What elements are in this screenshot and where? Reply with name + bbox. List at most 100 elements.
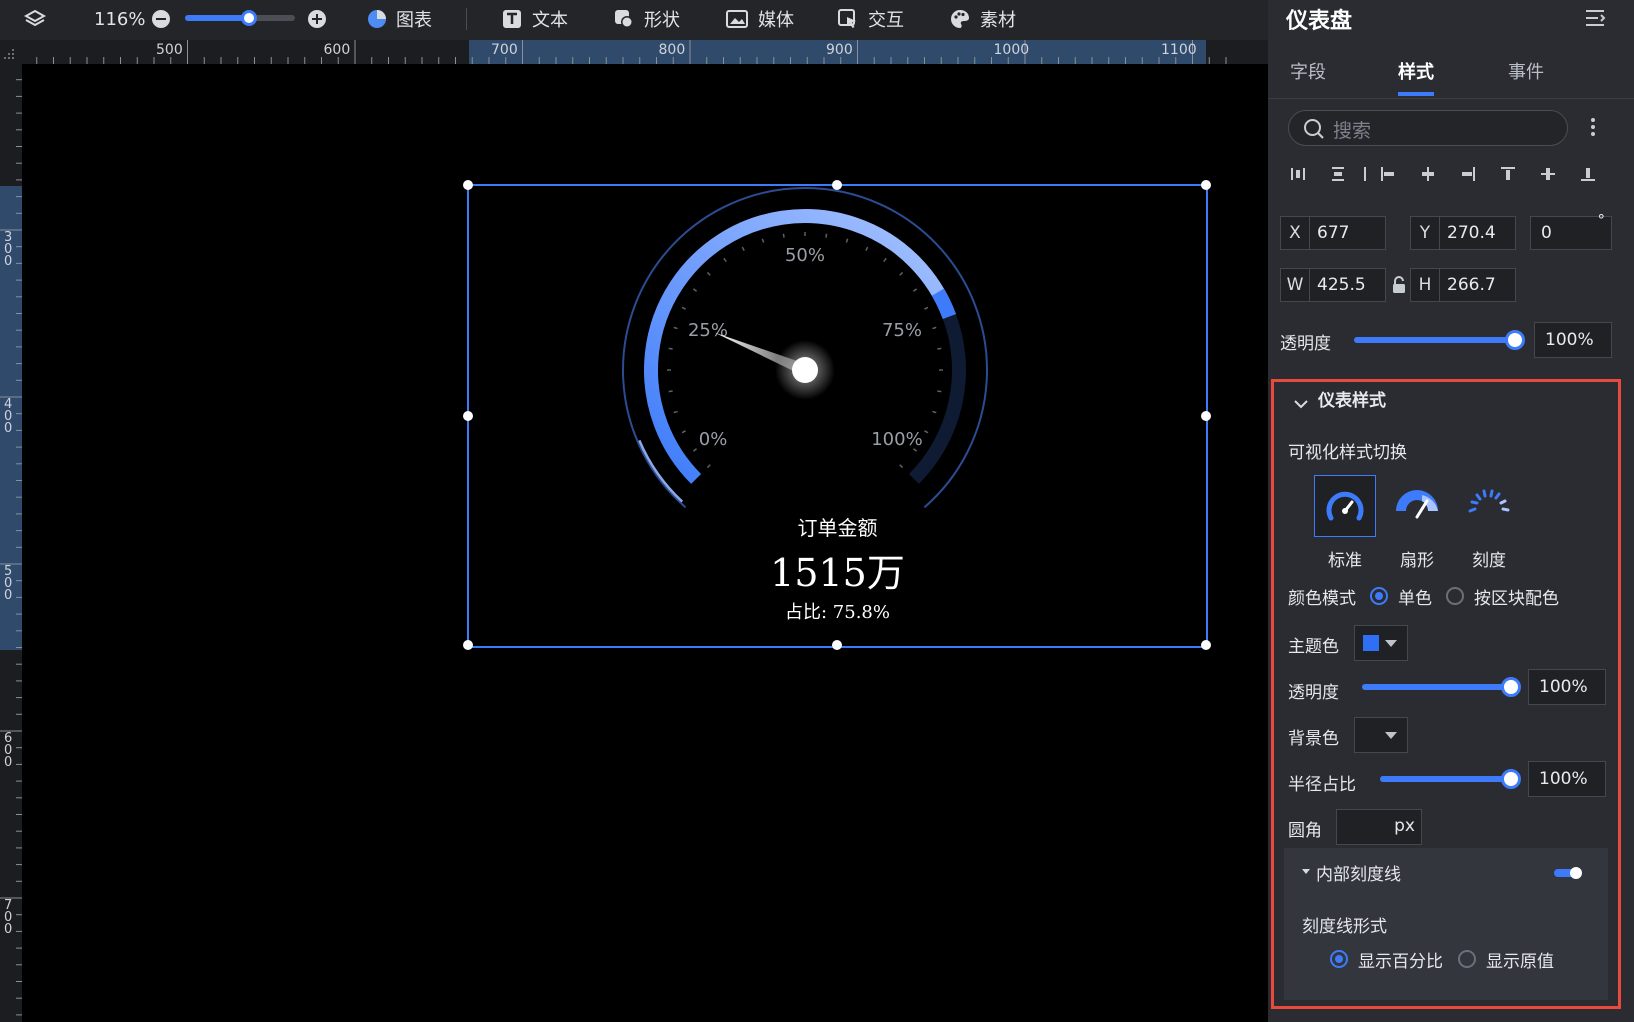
section-opacity-input[interactable]: 100% bbox=[1528, 669, 1606, 705]
gauge-style-section: 仪表样式 可视化样式切换 标准 扇形 刻度 颜色模式 单色 按区块配色 主题色 … bbox=[1271, 379, 1621, 1009]
x-label: X bbox=[1281, 217, 1310, 249]
w-field[interactable]: W 425.5 bbox=[1280, 268, 1386, 302]
pie-chart-icon bbox=[366, 8, 388, 30]
chevron-down-icon[interactable] bbox=[1294, 394, 1308, 413]
opacity-slider-knob[interactable] bbox=[1505, 330, 1525, 350]
resize-handle-left[interactable] bbox=[463, 411, 473, 421]
zoom-slider[interactable] bbox=[185, 10, 295, 26]
ruler-corner bbox=[0, 40, 22, 64]
gauge-tick bbox=[723, 257, 727, 263]
gauge-tick bbox=[706, 464, 711, 469]
rotation-field[interactable]: 0 ° bbox=[1530, 211, 1612, 250]
corner-input[interactable]: px bbox=[1336, 809, 1422, 845]
resize-handle-bottom-left[interactable] bbox=[463, 640, 473, 650]
gauge-tick-label: 100% bbox=[871, 429, 922, 450]
zoom-out-icon[interactable] bbox=[152, 0, 170, 38]
inner-tick-toggle[interactable] bbox=[1554, 867, 1582, 879]
search-input[interactable]: 搜索 bbox=[1288, 110, 1568, 146]
align-center-v-icon[interactable] bbox=[1540, 166, 1556, 182]
tab-style[interactable]: 样式 bbox=[1398, 58, 1434, 84]
tab-fields[interactable]: 字段 bbox=[1290, 58, 1326, 84]
ruler-label: 500 bbox=[4, 564, 13, 603]
gauge-ratio: 占比: 75.8% bbox=[785, 602, 890, 623]
resize-handle-top[interactable] bbox=[832, 180, 842, 190]
tick-form-percent-label: 显示百分比 bbox=[1358, 952, 1443, 972]
gauge-tick-label: 0% bbox=[699, 429, 728, 450]
y-field[interactable]: Y 270.4 bbox=[1410, 216, 1516, 250]
align-left-icon[interactable] bbox=[1380, 166, 1396, 182]
theme-color-label: 主题色 bbox=[1288, 637, 1339, 657]
toolbar-text-button[interactable]: 文本 bbox=[502, 0, 568, 38]
top-toolbar: 116% 图表 文本 形状 媒体 交互 素材 bbox=[0, 0, 1268, 40]
zoom-slider-knob[interactable] bbox=[241, 10, 257, 26]
tick-form-percent-radio[interactable] bbox=[1330, 950, 1348, 968]
zoom-in-icon[interactable] bbox=[308, 0, 326, 38]
radius-ratio-slider[interactable] bbox=[1380, 769, 1521, 789]
radius-ratio-input[interactable]: 100% bbox=[1528, 761, 1606, 797]
style-option-fan[interactable] bbox=[1386, 475, 1448, 537]
opacity-input[interactable]: 100% bbox=[1534, 322, 1612, 358]
caret-down-icon[interactable] bbox=[1302, 869, 1310, 874]
more-options-icon[interactable] bbox=[1590, 116, 1596, 142]
resize-handle-right[interactable] bbox=[1201, 411, 1211, 421]
align-right-icon[interactable] bbox=[1460, 166, 1476, 182]
ruler-label: 700 bbox=[491, 42, 518, 58]
inner-tick-toggle-knob bbox=[1570, 867, 1582, 879]
distribute-vertical-icon[interactable] bbox=[1330, 166, 1346, 182]
radius-ratio-slider-knob[interactable] bbox=[1501, 769, 1521, 789]
ruler-ticks bbox=[0, 79, 22, 1016]
gauge-tick bbox=[932, 326, 937, 330]
align-divider bbox=[1364, 167, 1366, 181]
style-option-tick[interactable] bbox=[1458, 475, 1520, 537]
gauge-tick bbox=[825, 233, 828, 238]
resize-handle-bottom[interactable] bbox=[832, 640, 842, 650]
x-value: 677 bbox=[1317, 223, 1350, 243]
h-field[interactable]: H 266.7 bbox=[1410, 268, 1516, 302]
degree-unit: ° bbox=[1597, 211, 1606, 229]
distribute-horizontal-icon[interactable] bbox=[1290, 166, 1306, 182]
radius-ratio-label: 半径占比 bbox=[1288, 775, 1356, 795]
gauge-tick bbox=[845, 238, 849, 243]
align-top-icon[interactable] bbox=[1500, 166, 1516, 182]
bg-color-picker[interactable] bbox=[1354, 717, 1408, 753]
gauge-tick bbox=[673, 326, 678, 330]
toolbar-media-button[interactable]: 媒体 bbox=[726, 0, 794, 38]
toolbar-assets-button[interactable]: 素材 bbox=[950, 0, 1016, 38]
gauge-widget[interactable]: 0% 25% 50% 75% 100% 订单金额 1515万 占比: 75.8% bbox=[463, 180, 1211, 650]
layers-icon[interactable] bbox=[24, 0, 46, 38]
gauge-tick bbox=[668, 347, 673, 350]
gauge-tick bbox=[899, 271, 904, 276]
tick-form-raw-radio[interactable] bbox=[1458, 950, 1476, 968]
resize-handle-bottom-right[interactable] bbox=[1201, 640, 1211, 650]
inner-tick-group: 内部刻度线 刻度线形式 显示百分比 显示原值 bbox=[1284, 848, 1608, 1000]
toolbar-shape-button[interactable]: 形状 bbox=[614, 0, 680, 38]
lock-icon[interactable] bbox=[1392, 276, 1406, 298]
toolbar-chart-button[interactable]: 图表 bbox=[366, 0, 432, 38]
theme-color-picker[interactable] bbox=[1354, 625, 1408, 661]
panel-menu-icon[interactable] bbox=[1584, 8, 1606, 32]
section-opacity-slider[interactable] bbox=[1362, 677, 1521, 697]
align-bottom-icon[interactable] bbox=[1580, 166, 1596, 182]
tab-events[interactable]: 事件 bbox=[1508, 58, 1544, 84]
horizontal-ruler[interactable]: 500 600 700 800 900 1000 1100 bbox=[22, 40, 1268, 64]
gauge-tick-label: 25% bbox=[688, 320, 728, 341]
x-field[interactable]: X 677 bbox=[1280, 216, 1386, 250]
opacity-slider[interactable] bbox=[1354, 330, 1525, 350]
section-opacity-slider-knob[interactable] bbox=[1501, 677, 1521, 697]
vertical-ruler[interactable]: 300 400 500 600 700 bbox=[0, 64, 22, 1022]
ruler-label: 1100 bbox=[1161, 42, 1197, 58]
w-value: 425.5 bbox=[1317, 275, 1366, 295]
resize-handle-top-right[interactable] bbox=[1201, 180, 1211, 190]
resize-handle-top-left[interactable] bbox=[463, 180, 473, 190]
style-option-standard[interactable] bbox=[1314, 475, 1376, 537]
interaction-icon bbox=[838, 9, 858, 29]
gauge-tick bbox=[937, 390, 942, 393]
color-mode-single-radio[interactable] bbox=[1370, 587, 1388, 605]
chevron-down-icon bbox=[1385, 640, 1397, 647]
toolbar-interaction-button[interactable]: 交互 bbox=[838, 0, 904, 38]
gauge-tick bbox=[865, 246, 869, 251]
align-center-h-icon[interactable] bbox=[1420, 166, 1436, 182]
color-mode-segment-radio[interactable] bbox=[1446, 587, 1464, 605]
inner-tick-label: 内部刻度线 bbox=[1316, 865, 1401, 885]
section-title: 仪表样式 bbox=[1318, 391, 1386, 411]
